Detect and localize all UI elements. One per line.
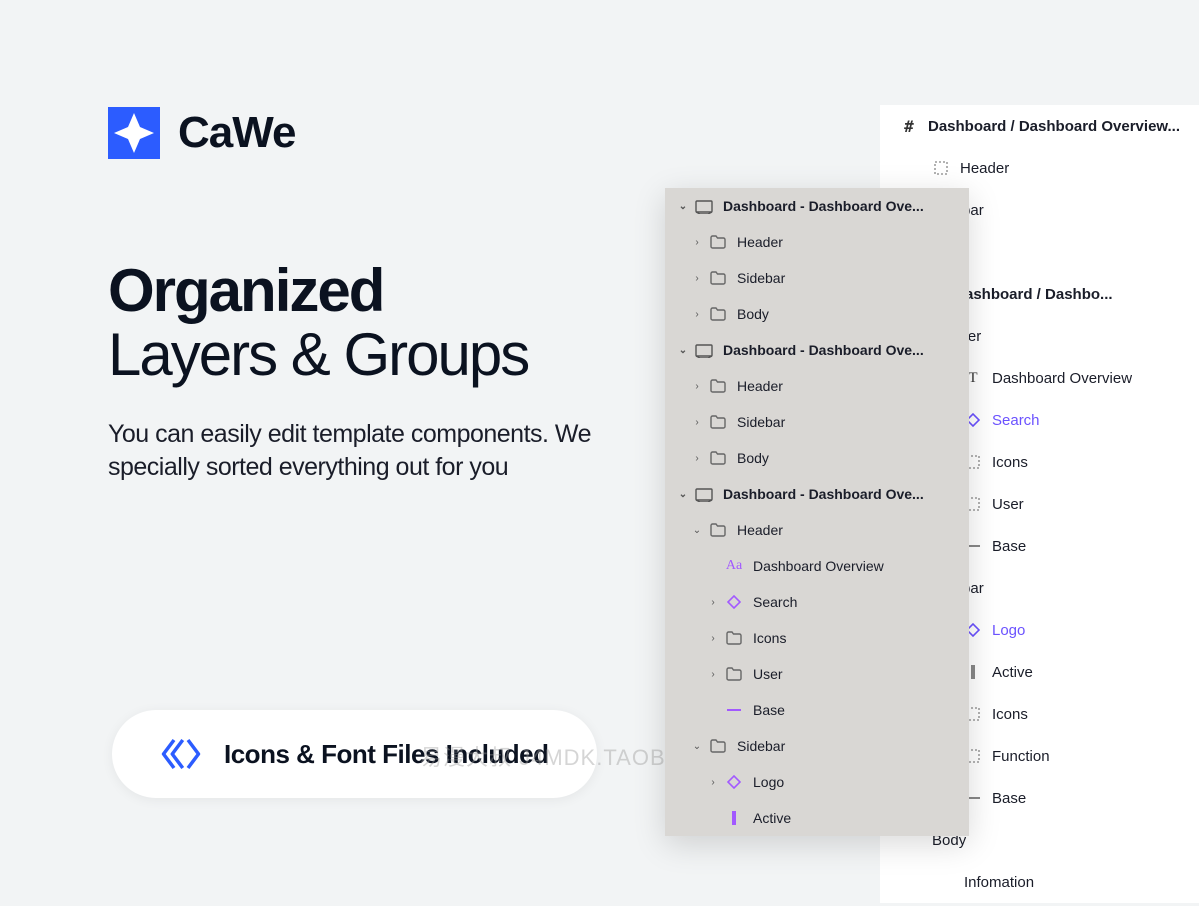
layer-row[interactable]: › Header: [665, 224, 969, 260]
layer-label: Body: [737, 450, 769, 466]
layer-row[interactable]: › Body: [665, 296, 969, 332]
layer-row[interactable]: › Icons: [665, 620, 969, 656]
layer-label: Function: [992, 748, 1050, 765]
chevron-right-icon: ›: [705, 633, 721, 644]
chevron-down-icon: ⌄: [689, 741, 705, 752]
line-icon: [725, 809, 743, 827]
folder-icon: [709, 521, 727, 539]
layer-label: Body: [737, 306, 769, 322]
frame-icon: [695, 197, 713, 215]
feature-badge: Icons & Font Files Included: [112, 710, 597, 798]
layer-row[interactable]: ›AaDashboard Overview: [665, 548, 969, 584]
frame-icon: [695, 485, 713, 503]
layer-row[interactable]: › Sidebar: [665, 260, 969, 296]
layers-panel-front: ⌄ Dashboard - Dashboard Ove... › Header › Sid…: [665, 188, 969, 836]
layer-label: Dashboard Overview: [992, 370, 1132, 387]
layer-label: Dashboard - Dashboard Ove...: [723, 198, 924, 214]
layer-label: Header: [737, 234, 783, 250]
layer-label: Header: [737, 378, 783, 394]
layer-label: Dashboard / Dashboard Overview...: [928, 118, 1180, 135]
layer-row[interactable]: › Logo: [665, 764, 969, 800]
description-text: You can easily edit template components.…: [108, 418, 628, 483]
layer-row[interactable]: › Header: [665, 368, 969, 404]
layer-label: Dashboard - Dashboard Ove...: [723, 486, 924, 502]
chevron-right-icon: ›: [689, 417, 705, 428]
folder-icon: [709, 737, 727, 755]
layer-label: Header: [737, 522, 783, 538]
layer-label: Dashboard Overview: [753, 558, 884, 574]
chevron-right-icon: ›: [689, 453, 705, 464]
chevron-right-icon: ›: [689, 237, 705, 248]
layer-label: Active: [753, 810, 791, 826]
layer-row[interactable]: Header: [880, 147, 1199, 189]
layer-label: Logo: [753, 774, 784, 790]
layer-label: Base: [753, 702, 785, 718]
chevron-down-icon: ⌄: [675, 489, 691, 500]
layer-row[interactable]: › Body: [665, 440, 969, 476]
group-icon: [932, 159, 950, 177]
layer-label: Header: [960, 160, 1009, 177]
headline-light: Layers & Groups: [108, 322, 668, 388]
layer-label: Logo: [992, 622, 1025, 639]
chevron-down-icon: ⌄: [675, 201, 691, 212]
layer-row[interactable]: ›Active: [665, 800, 969, 836]
folder-icon: [709, 413, 727, 431]
headline-bold: Organized: [108, 259, 668, 322]
layer-label: Sidebar: [737, 414, 785, 430]
folder-icon: [709, 305, 727, 323]
folder-icon: [725, 629, 743, 647]
component-icon: [725, 773, 743, 791]
code-icon: [160, 736, 202, 772]
folder-icon: [709, 377, 727, 395]
frame-row[interactable]: ⌄ Dashboard - Dashboard Ove...: [665, 476, 969, 512]
layer-label: Infomation: [964, 874, 1034, 891]
layer-label: User: [992, 496, 1024, 513]
folder-icon: [709, 269, 727, 287]
folder-icon: [709, 449, 727, 467]
layer-row[interactable]: ›Base: [665, 692, 969, 728]
layer-row[interactable]: # Dashboard / Dashboard Overview...: [880, 105, 1199, 147]
chevron-right-icon: ›: [689, 381, 705, 392]
frame-row[interactable]: ⌄ Dashboard - Dashboard Ove...: [665, 188, 969, 224]
layer-row[interactable]: › Search: [665, 584, 969, 620]
folder-icon: [709, 233, 727, 251]
folder-icon: [725, 665, 743, 683]
layer-row[interactable]: Infomation: [880, 861, 1199, 903]
badge-text: Icons & Font Files Included: [224, 739, 549, 770]
layer-label: Sidebar: [737, 270, 785, 286]
chevron-right-icon: ›: [705, 597, 721, 608]
frame-row[interactable]: ⌄ Dashboard - Dashboard Ove...: [665, 332, 969, 368]
chevron-right-icon: ›: [705, 777, 721, 788]
layer-label: Dashboard - Dashboard Ove...: [723, 342, 924, 358]
chevron-right-icon: ›: [689, 273, 705, 284]
layer-label: Base: [992, 538, 1026, 555]
chevron-right-icon: ›: [689, 309, 705, 320]
layer-row[interactable]: ⌄ Sidebar: [665, 728, 969, 764]
chevron-right-icon: ›: [705, 669, 721, 680]
brand-logo-icon: [108, 107, 160, 159]
chevron-down-icon: ⌄: [689, 525, 705, 536]
brand-name: CaWe: [178, 108, 295, 158]
layer-row[interactable]: › User: [665, 656, 969, 692]
layer-label: Icons: [992, 706, 1028, 723]
brand-logo-row: CaWe: [108, 107, 668, 159]
layer-label: Icons: [753, 630, 786, 646]
line-icon: [725, 701, 743, 719]
text-icon: Aa: [725, 557, 743, 575]
chevron-down-icon: ⌄: [675, 345, 691, 356]
layer-label: Search: [753, 594, 797, 610]
layer-label: Sidebar: [737, 738, 785, 754]
frame-icon: [695, 341, 713, 359]
layer-row[interactable]: ⌄ Header: [665, 512, 969, 548]
hash-icon: #: [900, 117, 918, 135]
layer-row[interactable]: › Sidebar: [665, 404, 969, 440]
layer-label: Active: [992, 664, 1033, 681]
layer-label: User: [753, 666, 783, 682]
component-icon: [725, 593, 743, 611]
layer-label: Icons: [992, 454, 1028, 471]
layer-label: Base: [992, 790, 1026, 807]
layer-label: Search: [992, 412, 1040, 429]
